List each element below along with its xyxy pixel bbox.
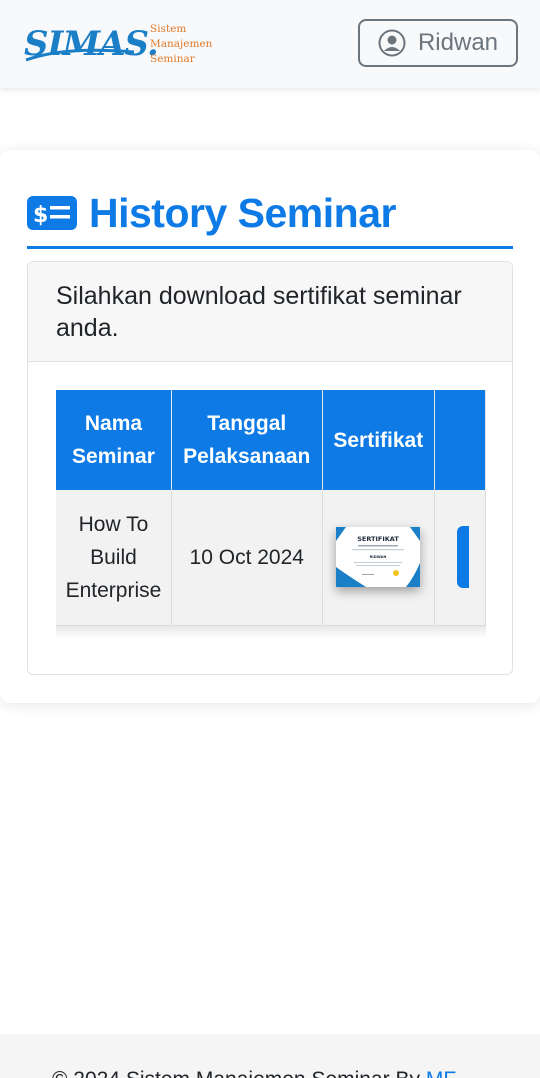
- certificate-panel: Silahkan download sertifikat seminar and…: [27, 261, 513, 675]
- logo-subtitle-line: Seminar: [150, 53, 195, 65]
- title-divider: [27, 246, 513, 249]
- download-button[interactable]: [456, 526, 469, 589]
- svg-text:$: $: [33, 203, 48, 228]
- user-name: Ridwan: [417, 29, 499, 56]
- logo-subtitle-line: Sistem: [150, 23, 187, 35]
- user-circle-icon: [378, 29, 406, 57]
- simas-logo[interactable]: SIMAS. Sistem Manajemen Seminar: [24, 22, 214, 66]
- seminar-date-cell: 10 Oct 2024: [171, 490, 323, 626]
- column-header: Nama Seminar: [56, 390, 172, 490]
- seminar-table-scroll[interactable]: Nama Seminar Tanggal Pelaksanaan Sertifi…: [56, 390, 486, 626]
- page-title: History Seminar: [89, 189, 396, 236]
- footer-text: © 2024 Sistem Manajemen Seminar By: [52, 1068, 420, 1078]
- logo-swoosh-icon: [25, 48, 135, 62]
- certificate-thumbnail[interactable]: SERTIFIKAT RIDWAN: [336, 527, 421, 588]
- certificate-recipient: RIDWAN: [370, 555, 387, 559]
- column-header: Sertifikat: [322, 390, 435, 490]
- page-title-row: $ History Seminar: [27, 178, 513, 248]
- user-menu-button[interactable]: Ridwan: [358, 19, 518, 67]
- panel-instruction: Silahkan download sertifikat seminar and…: [28, 262, 512, 362]
- logo-subtitle-line: Manajemen: [150, 38, 213, 50]
- column-header-action: [434, 390, 486, 490]
- top-navbar: SIMAS. Sistem Manajemen Seminar Ridwan: [0, 0, 540, 88]
- page-footer: © 2024 Sistem Manajemen Seminar By MF: [0, 1034, 540, 1078]
- logo-subtitle: Sistem Manajemen Seminar: [150, 22, 212, 67]
- seminar-history-table: Nama Seminar Tanggal Pelaksanaan Sertifi…: [56, 390, 486, 626]
- money-list-icon: $: [27, 196, 77, 230]
- column-header: Tanggal Pelaksanaan: [171, 390, 323, 490]
- table-scroll-indicator: [56, 626, 486, 638]
- footer-author-link[interactable]: MF: [426, 1068, 456, 1078]
- certificate-image: SERTIFIKAT RIDWAN: [336, 527, 421, 588]
- footer-copyright: © 2024 Sistem Manajemen Seminar By MF: [52, 1068, 456, 1078]
- certificate-cell: SERTIFIKAT RIDWAN: [322, 490, 435, 626]
- table-header-row: Nama Seminar Tanggal Pelaksanaan Sertifi…: [56, 390, 486, 490]
- certificate-title: SERTIFIKAT: [358, 535, 400, 543]
- action-cell: [434, 490, 486, 626]
- seminar-name-cell: How To Build Enterprise: [56, 490, 172, 626]
- table-row: How To Build Enterprise 10 Oct 2024 SERT…: [56, 490, 486, 626]
